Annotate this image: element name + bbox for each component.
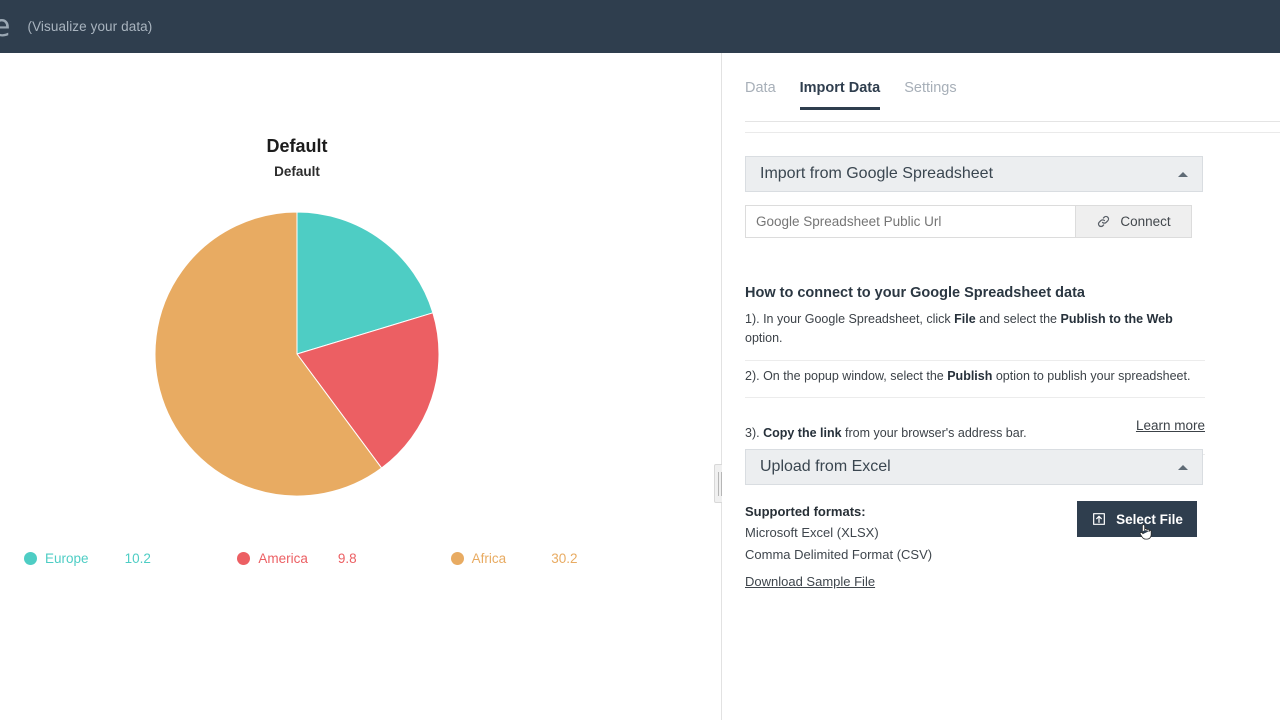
google-spreadsheet-accordion-header[interactable]: Import from Google Spreadsheet [745,156,1203,192]
supported-formats-heading: Supported formats: [745,504,866,519]
supported-format-item: Microsoft Excel (XLSX) [745,525,879,541]
google-url-row: Connect [745,205,1192,238]
supported-formats: Supported formats: Microsoft Excel (XLSX… [745,501,932,565]
learn-more-link[interactable]: Learn more [745,418,1205,433]
legend-label: Europe [45,550,89,566]
step-emphasis: Publish [947,369,993,383]
legend-item-africa[interactable]: Africa [450,550,546,566]
link-icon [1098,215,1110,228]
chart-title: Default [266,136,328,156]
panel-tabs: Data Import Data Settings [745,80,957,110]
chevron-up-icon[interactable] [1178,171,1188,177]
step-text: option to publish your spreadsheet. [992,369,1191,383]
resize-grip-line [718,471,719,496]
app-logo-icon[interactable]: e [0,11,10,42]
tab-import-data[interactable]: Import Data [799,80,881,110]
select-file-label: Select File [1116,511,1183,527]
legend-item-europe[interactable]: Europe [24,551,119,566]
howto-step: 2). On the popup window, select the Publ… [745,367,1205,399]
chart-legend: Europe 10.2 America 9.8 Africa 30.2 [0,540,640,576]
howto-heading: How to connect to your Google Spreadshee… [745,285,1085,301]
pie-chart-svg [154,211,440,497]
chart-subtitle: Default [274,164,320,179]
howto-step: 1). In your Google Spreadsheet, click Fi… [745,310,1205,361]
excel-accordion-title: Upload from Excel [760,458,891,475]
pie-slices [154,211,440,497]
connect-button[interactable]: Connect [1075,205,1192,238]
app-header: e (Visualize your data) [0,0,1280,53]
download-sample-file-link[interactable]: Download Sample File [745,574,875,589]
legend-label: America [258,550,308,566]
step-text: option. [745,331,783,346]
legend-value: 30.2 [551,550,578,566]
pie-chart[interactable] [154,211,440,497]
legend-label: Africa [471,550,507,566]
upload-icon [1093,513,1106,525]
legend-swatch-icon [24,551,37,565]
step-text: On the popup window, select the [759,369,948,383]
legend-swatch-icon [450,551,464,565]
select-file-button[interactable]: Select File [1077,501,1197,537]
step-emphasis: Publish to the Web [1060,312,1173,326]
step-number: 2). [745,369,760,383]
connect-button-label: Connect [1120,214,1171,229]
app-tagline: (Visualize your data) [27,19,153,34]
legend-item-america[interactable]: America [237,551,332,566]
chart-preview-panel: Default Default Europe 10.2 America 9.8 Afri… [0,53,721,720]
tab-data[interactable]: Data [745,80,776,110]
panel-top-rule [745,132,1280,133]
step-number: 1). [745,312,760,326]
google-url-input[interactable] [745,205,1075,238]
legend-value: 10.2 [124,550,151,566]
excel-upload-accordion-header[interactable]: Upload from Excel [745,449,1203,485]
google-accordion-title: Import from Google Spreadsheet [760,165,994,182]
supported-format-item: Comma Delimited Format (CSV) [745,546,933,562]
chevron-up-icon[interactable] [1178,464,1188,470]
workspace: Default Default Europe 10.2 America 9.8 Afri… [0,53,1280,720]
step-text: In your Google Spreadsheet, click [759,312,955,326]
import-data-panel: Data Import Data Settings Import from Goog… [722,53,1280,720]
legend-swatch-icon [237,551,251,565]
legend-value: 9.8 [337,550,357,566]
step-text: and select the [975,312,1061,326]
step-emphasis: File [954,312,976,326]
tabs-underline-rule [745,121,1280,122]
tab-settings[interactable]: Settings [904,80,956,110]
